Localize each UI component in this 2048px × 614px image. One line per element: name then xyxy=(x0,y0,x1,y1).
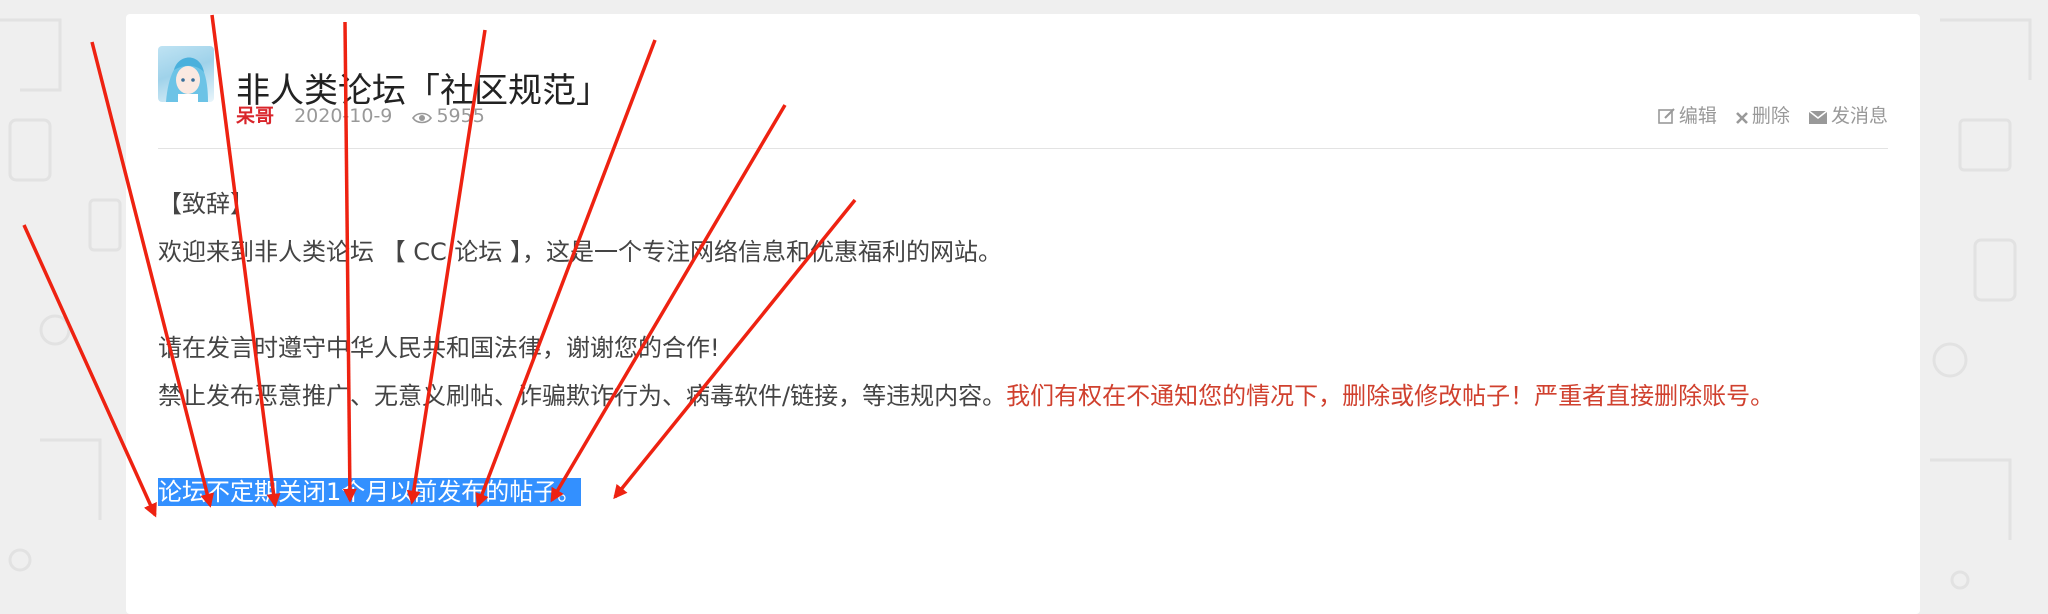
edit-button[interactable]: 编辑 xyxy=(1658,105,1717,127)
post-meta: 呆哥 2020-10-9 5955 xyxy=(236,101,485,128)
rules-paragraph: 禁止发布恶意推广、无意义刷帖、诈骗欺诈行为、病毒软件/链接，等违规内容。我们有权… xyxy=(158,372,1878,420)
author-avatar[interactable] xyxy=(158,46,214,102)
header-divider xyxy=(158,148,1888,149)
eye-icon xyxy=(412,112,433,124)
post-content: 【致辞】 欢迎来到非人类论坛 【 CC 论坛 】，这是一个专注网络信息和优惠福利… xyxy=(158,180,1878,516)
edit-icon xyxy=(1658,108,1675,124)
message-button[interactable]: 发消息 xyxy=(1808,105,1888,127)
post-date: 2020-10-9 xyxy=(294,105,393,127)
law-text: 请在发言时遵守中华人民共和国法律，谢谢您的合作! xyxy=(158,334,720,362)
highlight-paragraph: 论坛不定期关闭1个月以前发布的帖子。 xyxy=(158,468,1878,516)
prohibit-text: 禁止发布恶意推广、无意义刷帖、诈骗欺诈行为、病毒软件/链接，等违规内容。 xyxy=(158,382,1007,410)
edit-label: 编辑 xyxy=(1678,105,1717,127)
message-label: 发消息 xyxy=(1830,105,1888,127)
selected-text[interactable]: 论坛不定期关闭1个月以前发布的帖子。 xyxy=(158,478,582,506)
view-count: 5955 xyxy=(412,105,485,127)
delete-button[interactable]: 删除 xyxy=(1735,105,1790,127)
post-actions: 编辑 删除 发消息 xyxy=(1646,101,1888,128)
content-heading: 【致辞】 xyxy=(158,190,254,218)
warning-text: 我们有权在不通知您的情况下，删除或修改帖子！严重者直接删除账号。 xyxy=(1006,382,1775,410)
view-count-value: 5955 xyxy=(436,105,485,127)
close-icon xyxy=(1736,112,1748,124)
envelope-icon xyxy=(1808,110,1828,124)
author-name[interactable]: 呆哥 xyxy=(236,105,274,127)
welcome-text: 欢迎来到非人类论坛 【 CC 论坛 】，这是一个专注网络信息和优惠福利的网站。 xyxy=(158,238,1003,266)
delete-label: 删除 xyxy=(1751,105,1790,127)
